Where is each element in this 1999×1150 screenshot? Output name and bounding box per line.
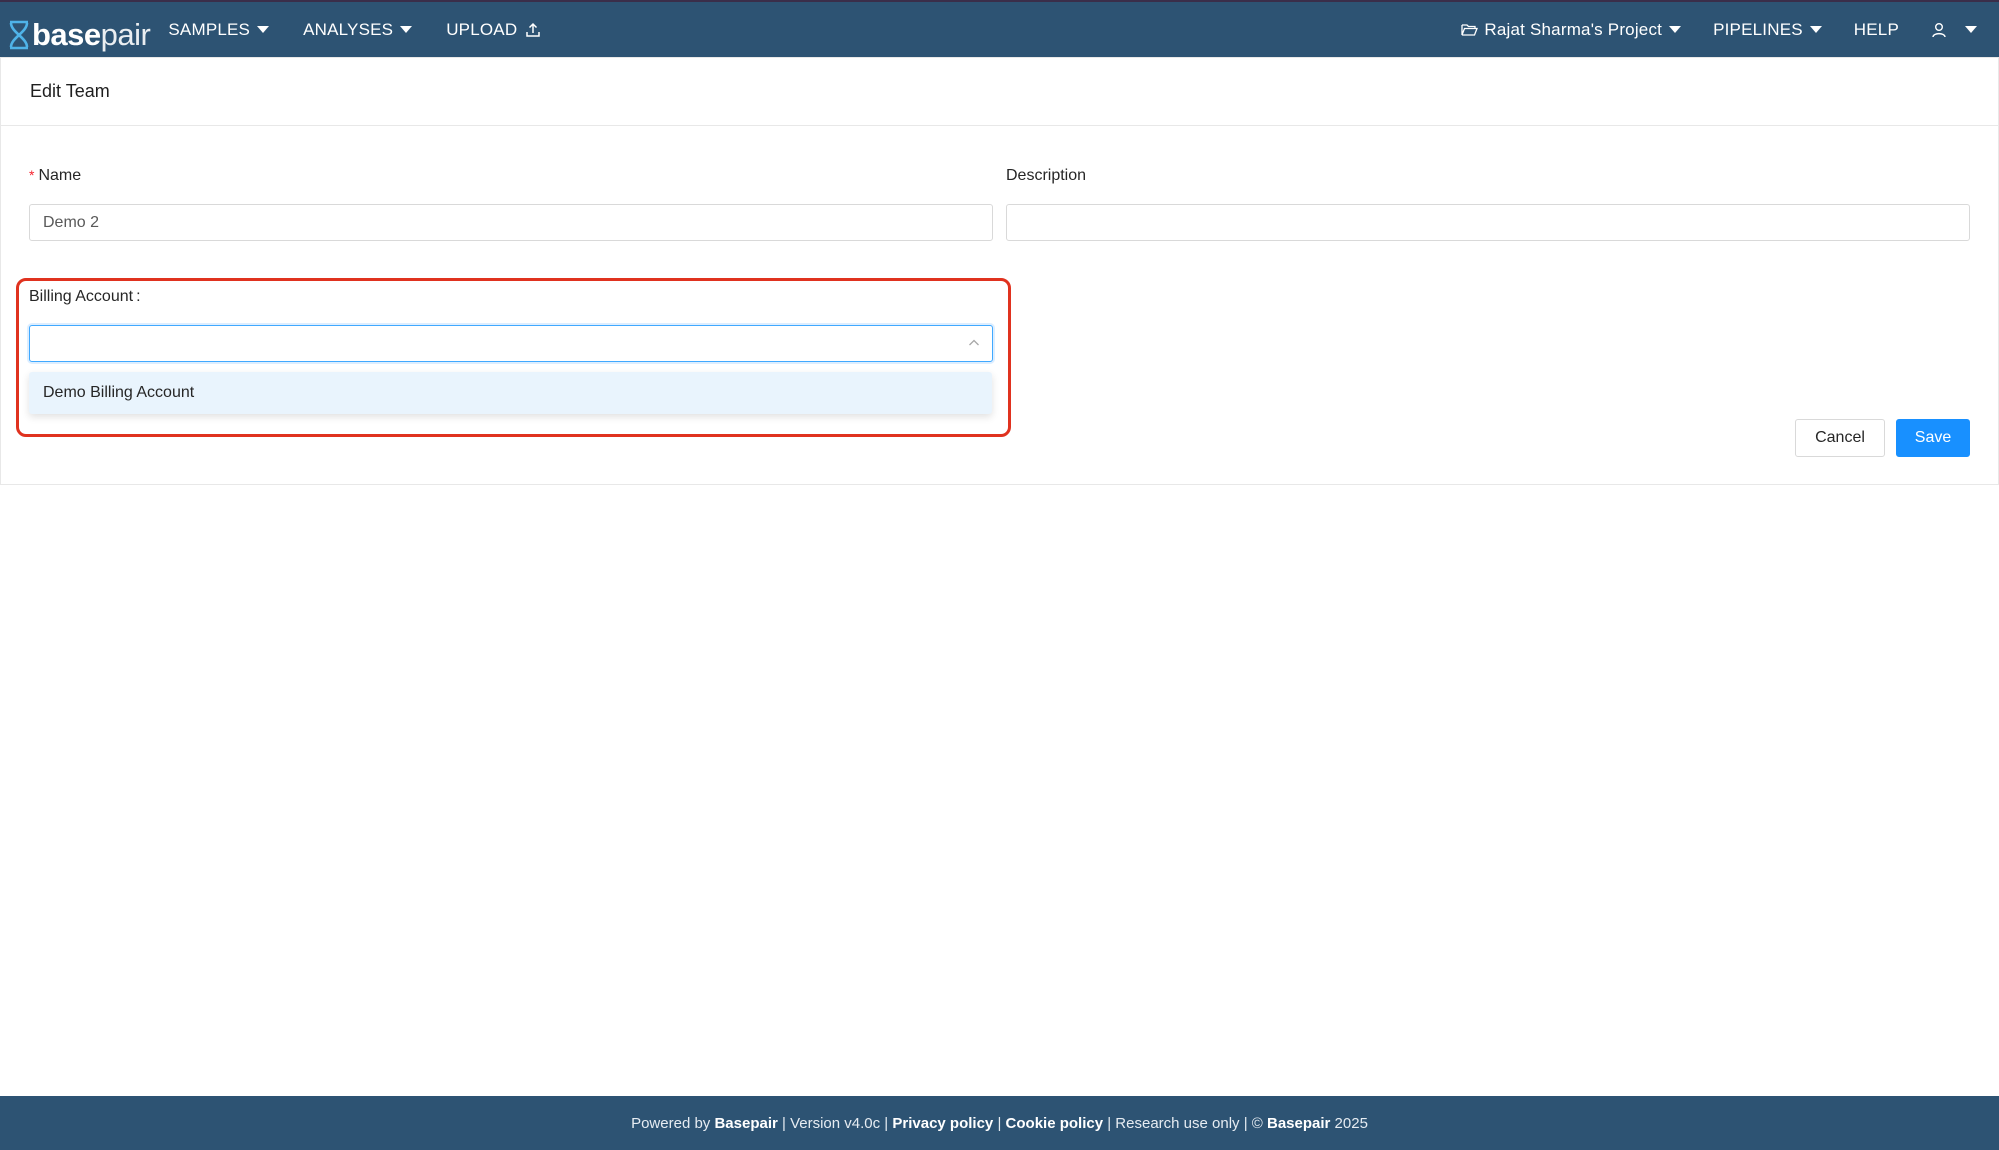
nav-help[interactable]: HELP [1854, 20, 1899, 40]
footer: Powered by Basepair | Version v4.0c | Pr… [0, 1096, 1999, 1150]
nav-samples[interactable]: SAMPLES [168, 20, 270, 40]
dna-logo-icon [9, 20, 29, 49]
description-label: Description [1006, 167, 1087, 184]
caret-down-icon [400, 26, 413, 33]
caret-down-icon [1809, 26, 1822, 33]
project-selector[interactable]: Rajat Sharma's Project [1461, 20, 1682, 40]
caret-down-icon [1965, 26, 1977, 33]
upload-icon [526, 22, 541, 37]
user-icon [1932, 22, 1946, 37]
nav-upload[interactable]: UPLOAD [446, 20, 541, 40]
basepair-logo[interactable]: basepair [8, 10, 151, 50]
billing-account-label: Billing Account: [29, 288, 141, 305]
billing-option-demo[interactable]: Demo Billing Account [29, 372, 992, 414]
caret-down-icon [1669, 26, 1682, 33]
name-label: * Name [29, 167, 82, 184]
top-navbar: basepair SAMPLES ANALYSES UPLOAD Rajat S… [0, 0, 1999, 57]
privacy-policy-link[interactable]: Privacy policy [892, 1115, 993, 1132]
chevron-up-icon [969, 339, 979, 346]
folder-open-icon [1461, 23, 1479, 36]
user-menu[interactable] [1931, 22, 1977, 38]
name-input[interactable]: Demo 2 [29, 204, 993, 241]
description-input[interactable] [1006, 204, 1970, 241]
footer-brand-copyright: Basepair [1267, 1114, 1331, 1132]
cookie-policy-link[interactable]: Cookie policy [1006, 1115, 1104, 1132]
nav-pipelines[interactable]: PIPELINES [1713, 20, 1822, 40]
nav-analyses[interactable]: ANALYSES [303, 20, 413, 40]
page-title: Edit Team [30, 81, 110, 101]
required-mark: * [29, 167, 35, 183]
footer-brand: Basepair [714, 1114, 778, 1132]
billing-account-select[interactable] [29, 325, 993, 362]
caret-down-icon [257, 26, 270, 33]
save-button[interactable]: Save [1896, 419, 1970, 457]
cancel-button[interactable]: Cancel [1795, 419, 1885, 457]
card-header: Edit Team [1, 58, 1998, 126]
